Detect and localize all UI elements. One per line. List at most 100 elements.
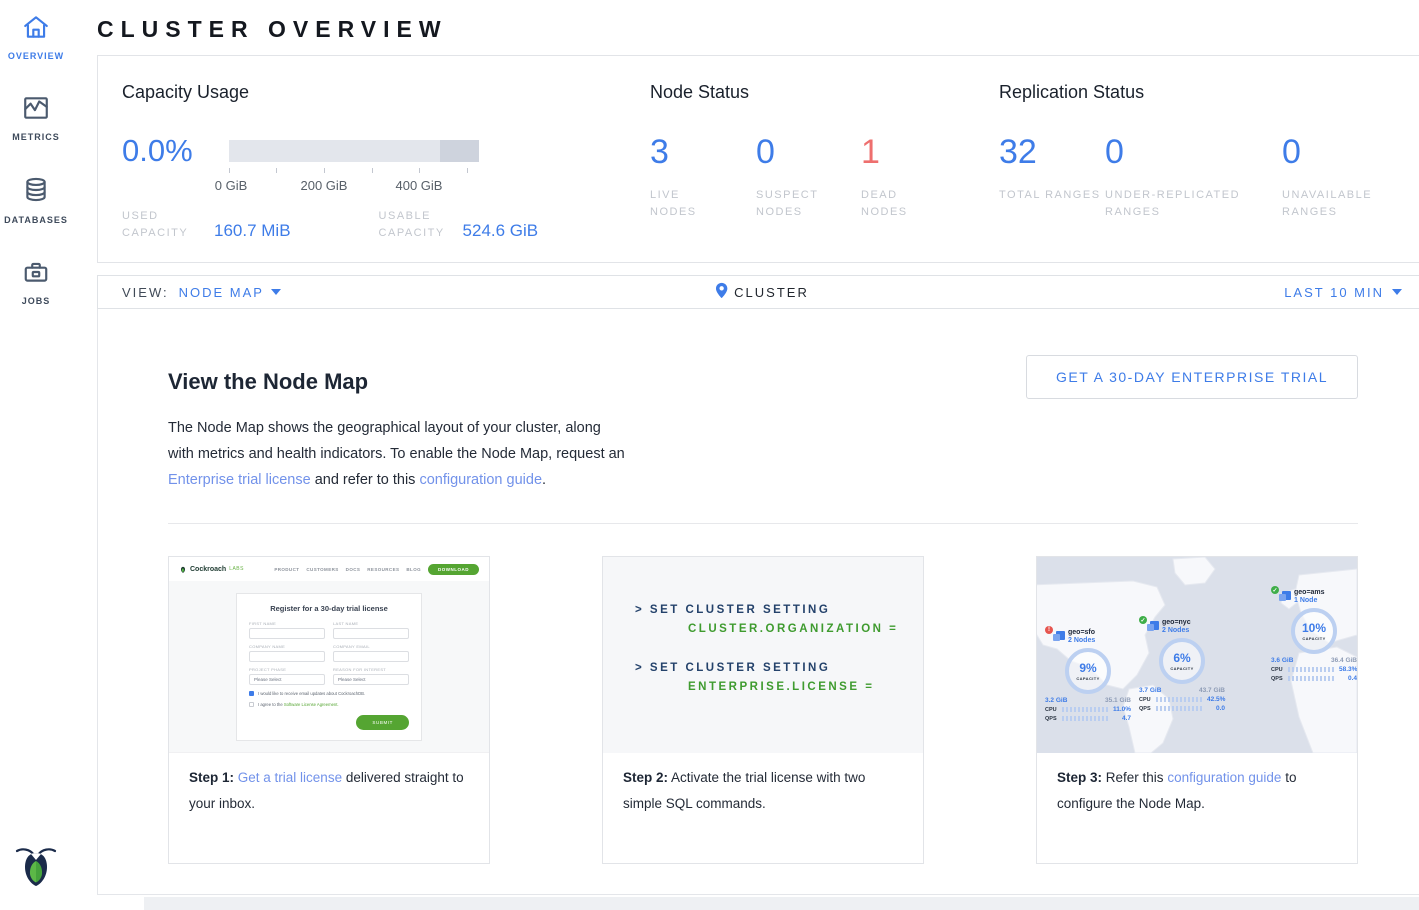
view-label: VIEW: bbox=[122, 285, 169, 300]
configuration-guide-link-step3[interactable]: configuration guide bbox=[1167, 770, 1281, 785]
replication-status-section: Replication Status 32 TOTAL RANGES 0 UND… bbox=[999, 82, 1402, 242]
used-capacity-value: 160.7 MiB bbox=[214, 221, 291, 242]
trial-registration-form: Register for a 30-day trial license FIRS… bbox=[236, 593, 422, 741]
qps-sparkbar bbox=[1062, 716, 1110, 721]
suspect-nodes-stat: 0 SUSPECT NODES bbox=[756, 135, 861, 221]
capacity-percent: 0.0% bbox=[122, 135, 229, 167]
view-selector-dropdown[interactable]: NODE MAP bbox=[179, 285, 281, 300]
chevron-down-icon bbox=[1392, 289, 1402, 295]
usable-capacity-value: 524.6 GiB bbox=[463, 221, 539, 242]
step-card-2: > SET CLUSTER SETTING CLUSTER.ORGANIZATI… bbox=[602, 556, 924, 864]
capacity-gauge: 6% CAPACITY bbox=[1159, 638, 1205, 684]
mini-download-button: DOWNLOAD bbox=[428, 564, 479, 575]
location-pin-icon bbox=[715, 282, 728, 302]
cluster-breadcrumb: CLUSTER bbox=[715, 282, 809, 302]
under-replicated-ranges-stat: 0 UNDER-REPLICATED RANGES bbox=[1105, 135, 1282, 221]
app-root: OVERVIEW METRICS DATABASES bbox=[0, 0, 1419, 910]
cpu-sparkbar bbox=[1062, 707, 1110, 712]
qps-sparkbar bbox=[1288, 676, 1336, 681]
company-name-field bbox=[249, 651, 325, 662]
sidebar: OVERVIEW METRICS DATABASES bbox=[0, 0, 72, 910]
checkbox-icon bbox=[249, 702, 254, 707]
cluster-summary-panel: Capacity Usage 0.0% 0 GiB200 GiB400 GiB … bbox=[97, 55, 1419, 263]
step-1-caption: Step 1: Get a trial license delivered st… bbox=[169, 753, 489, 829]
enterprise-trial-license-link[interactable]: Enterprise trial license bbox=[168, 472, 311, 488]
nodes-cube-icon bbox=[1056, 631, 1065, 640]
sidebar-item-jobs[interactable]: JOBS bbox=[22, 259, 51, 306]
sidebar-item-label: DATABASES bbox=[4, 215, 68, 225]
capacity-bar bbox=[229, 140, 479, 162]
metrics-icon bbox=[22, 95, 50, 126]
step-card-3: ! geo=sfo2 Nodes 9% CAPACITY 3.2 GiB35.1… bbox=[1036, 556, 1358, 864]
cockroach-labs-mini-logo: CockroachLABS bbox=[179, 564, 244, 574]
project-phase-select: Please Select bbox=[249, 674, 325, 685]
enterprise-trial-button[interactable]: GET A 30-DAY ENTERPRISE TRIAL bbox=[1026, 355, 1358, 399]
sidebar-item-label: METRICS bbox=[12, 132, 60, 142]
step-card-1: CockroachLABS PRODUCT CUSTOMERS DOCS RES… bbox=[168, 556, 490, 864]
email-updates-checkbox-row: I would like to receive email updates ab… bbox=[249, 691, 409, 696]
content-area: CLUSTER OVERVIEW Capacity Usage 0.0% 0 G… bbox=[72, 0, 1419, 910]
trial-registration-screenshot: CockroachLABS PRODUCT CUSTOMERS DOCS RES… bbox=[169, 557, 489, 753]
map-locality-nyc: ✓ geo=nyc2 Nodes 6% CAPACITY 3.7 GiB43.7… bbox=[1137, 619, 1227, 712]
cockroach-logo bbox=[14, 841, 58, 894]
home-icon bbox=[22, 14, 50, 45]
node-status-title: Node Status bbox=[650, 82, 999, 103]
page-background-bottom bbox=[144, 897, 1419, 910]
capacity-axis-labels: 0 GiB200 GiB400 GiB bbox=[229, 178, 479, 194]
sidebar-item-metrics[interactable]: METRICS bbox=[12, 95, 60, 142]
time-range-dropdown[interactable]: LAST 10 MIN bbox=[1284, 285, 1402, 300]
node-map-title: View the Node Map bbox=[168, 369, 368, 395]
first-name-field bbox=[249, 628, 325, 639]
view-bar: VIEW: NODE MAP CLUSTER LAST 10 MIN bbox=[97, 275, 1419, 309]
databases-icon bbox=[22, 176, 50, 209]
usable-capacity-stat: USABLE CAPACITY 524.6 GiB bbox=[379, 208, 539, 242]
nodes-cube-icon bbox=[1150, 621, 1159, 630]
sql-commands-illustration: > SET CLUSTER SETTING CLUSTER.ORGANIZATI… bbox=[603, 557, 923, 753]
sidebar-item-label: OVERVIEW bbox=[8, 51, 64, 61]
qps-sparkbar bbox=[1156, 706, 1204, 711]
mini-site-nav: PRODUCT CUSTOMERS DOCS RESOURCES BLOG DO… bbox=[274, 564, 479, 575]
license-agreement-checkbox-row: I agree to the Software License Agreemen… bbox=[249, 702, 409, 707]
get-trial-license-link[interactable]: Get a trial license bbox=[238, 770, 342, 785]
capacity-bar-reserved-segment bbox=[440, 140, 479, 162]
last-name-field bbox=[333, 628, 409, 639]
dead-nodes-stat: 1 DEAD NODES bbox=[861, 135, 937, 221]
sidebar-item-overview[interactable]: OVERVIEW bbox=[8, 14, 64, 61]
alert-badge-icon: ! bbox=[1045, 626, 1053, 634]
replication-status-title: Replication Status bbox=[999, 82, 1402, 103]
map-locality-ams: ✓ geo=ams1 Node 10% CAPACITY 3.6 GiB36.4… bbox=[1269, 589, 1357, 682]
page-title: CLUSTER OVERVIEW bbox=[97, 0, 1419, 55]
ok-badge-icon: ✓ bbox=[1271, 586, 1279, 594]
chevron-down-icon bbox=[271, 289, 281, 295]
capacity-axis-ticks bbox=[229, 168, 479, 174]
node-status-section: Node Status 3 LIVE NODES 0 SUSPECT NODES… bbox=[650, 82, 999, 242]
sidebar-item-label: JOBS bbox=[22, 296, 51, 306]
configuration-guide-link[interactable]: configuration guide bbox=[419, 472, 542, 488]
company-email-field bbox=[333, 651, 409, 662]
node-map-panel: View the Node Map GET A 30-DAY ENTERPRIS… bbox=[97, 309, 1419, 895]
cpu-sparkbar bbox=[1156, 697, 1204, 702]
node-map-description: The Node Map shows the geographical layo… bbox=[168, 415, 630, 493]
nodes-cube-icon bbox=[1282, 591, 1291, 600]
unavailable-ranges-stat: 0 UNAVAILABLE RANGES bbox=[1282, 135, 1402, 221]
step-2-caption: Step 2: Activate the trial license with … bbox=[603, 753, 923, 829]
jobs-icon bbox=[22, 259, 50, 290]
ok-badge-icon: ✓ bbox=[1139, 616, 1147, 624]
node-map-preview: ! geo=sfo2 Nodes 9% CAPACITY 3.2 GiB35.1… bbox=[1037, 557, 1357, 753]
checkbox-checked-icon bbox=[249, 691, 254, 696]
capacity-usage-section: Capacity Usage 0.0% 0 GiB200 GiB400 GiB … bbox=[122, 82, 650, 242]
capacity-gauge: 9% CAPACITY bbox=[1065, 648, 1111, 694]
used-capacity-stat: USED CAPACITY 160.7 MiB bbox=[122, 208, 291, 242]
section-divider bbox=[168, 523, 1358, 524]
step-3-caption: Step 3: Refer this configuration guide t… bbox=[1037, 753, 1357, 829]
reason-for-interest-select: Please Select bbox=[333, 674, 409, 685]
capacity-usage-title: Capacity Usage bbox=[122, 82, 650, 103]
sidebar-item-databases[interactable]: DATABASES bbox=[4, 176, 68, 225]
cpu-sparkbar bbox=[1288, 667, 1336, 672]
capacity-gauge: 10% CAPACITY bbox=[1291, 608, 1337, 654]
map-locality-sfo: ! geo=sfo2 Nodes 9% CAPACITY 3.2 GiB35.1… bbox=[1043, 629, 1133, 722]
live-nodes-stat: 3 LIVE NODES bbox=[650, 135, 756, 221]
steps-row: CockroachLABS PRODUCT CUSTOMERS DOCS RES… bbox=[168, 556, 1358, 864]
total-ranges-stat: 32 TOTAL RANGES bbox=[999, 135, 1105, 221]
mini-submit-button: SUBMIT bbox=[356, 715, 409, 730]
